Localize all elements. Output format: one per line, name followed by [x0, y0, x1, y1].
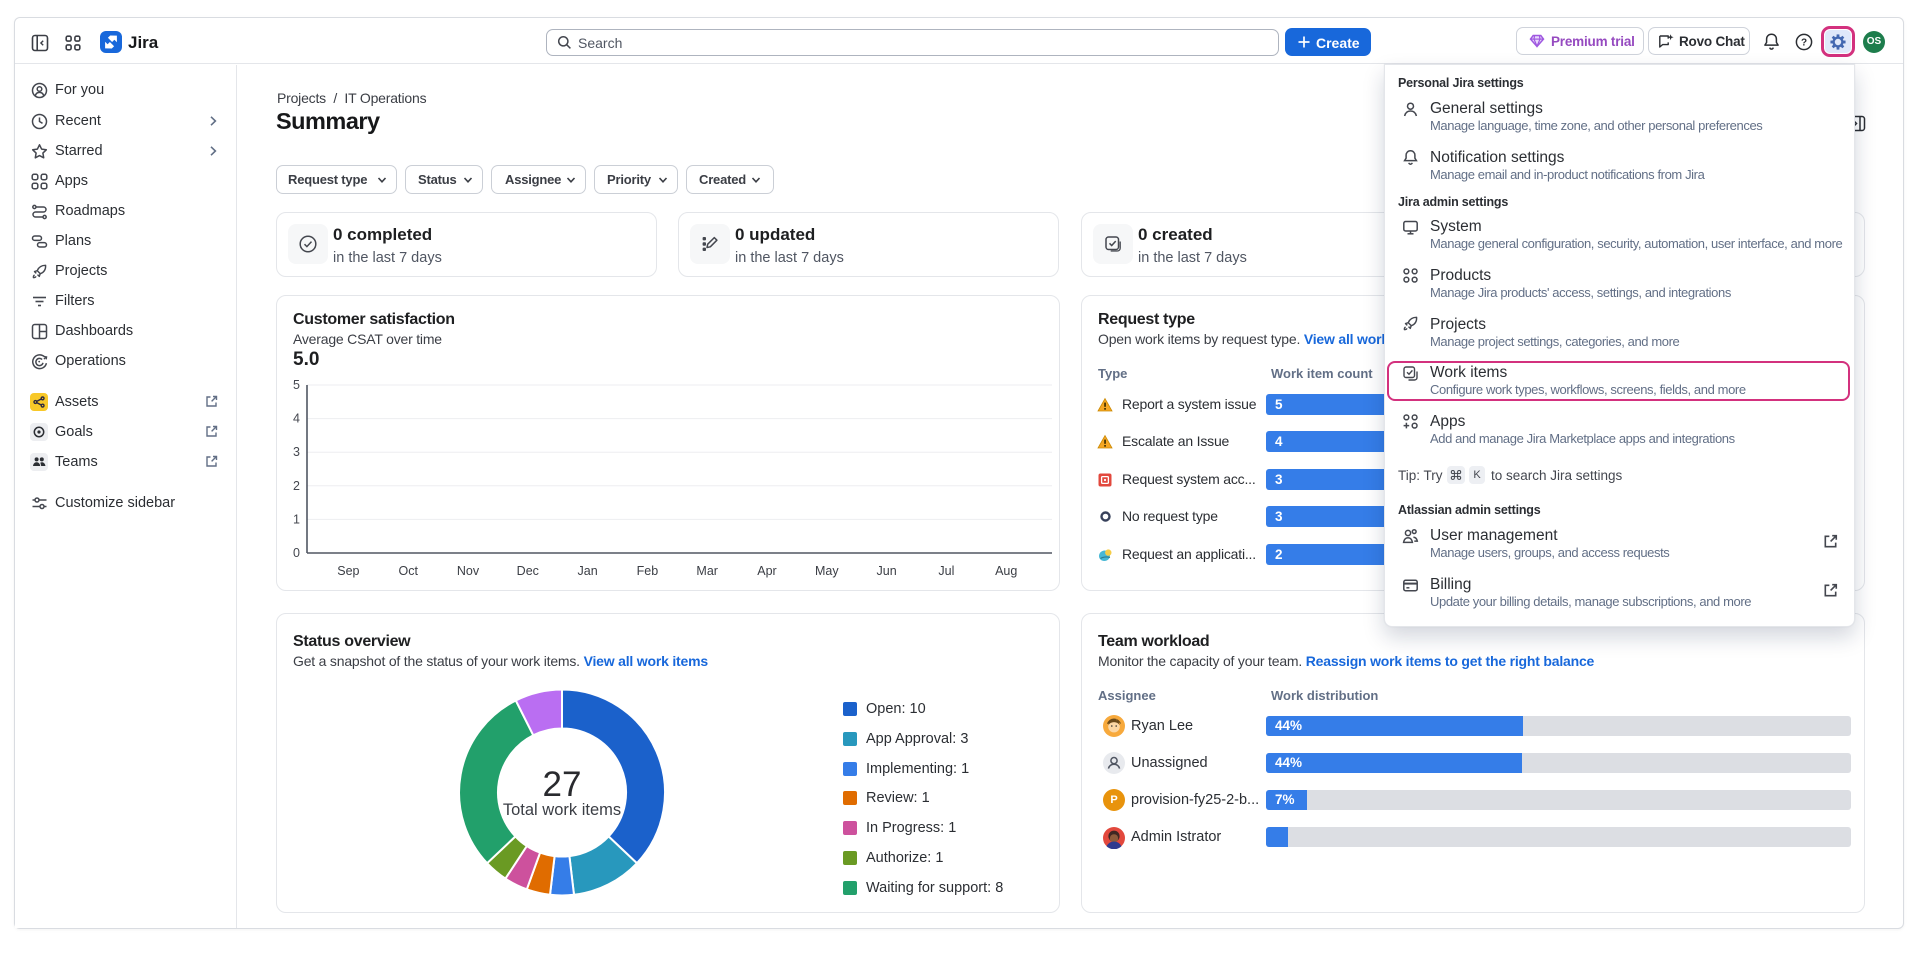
svg-text:27: 27	[543, 765, 582, 804]
svg-text:Total work items: Total work items	[503, 801, 621, 819]
